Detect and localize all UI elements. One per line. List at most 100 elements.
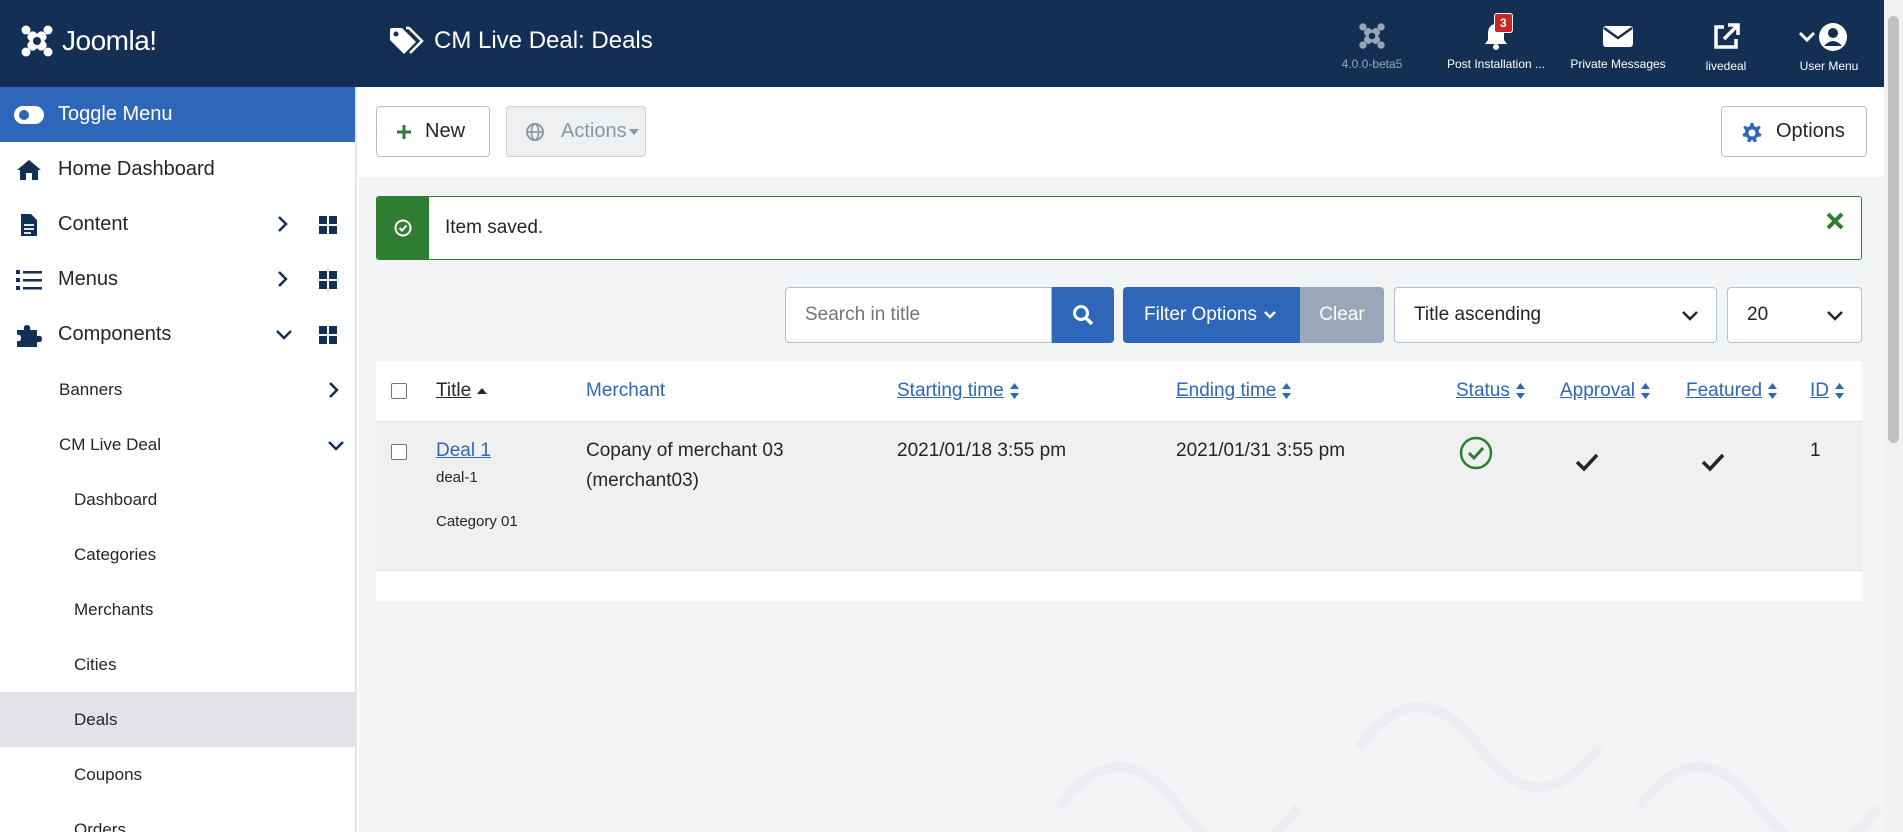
column-header-approval[interactable]: Approval <box>1560 380 1651 402</box>
sidebar-item-categories[interactable]: Categories <box>0 527 355 582</box>
column-header-starting-time[interactable]: Starting time <box>897 380 1020 402</box>
chevron-down-icon <box>1264 311 1276 319</box>
actions-button[interactable]: Actions <box>506 106 646 157</box>
chevron-down-icon[interactable] <box>275 327 293 343</box>
alert-icon-strip <box>377 197 429 259</box>
clear-button[interactable]: Clear <box>1300 287 1384 343</box>
table-row: Deal 1 deal-1 Category 01 Copany of merc… <box>376 422 1862 571</box>
sidebar-item-label: Deals <box>74 709 118 729</box>
caret-down-icon <box>628 128 639 135</box>
sidebar-item-label: Banners <box>59 379 123 399</box>
toolbar: New Actions Options <box>359 87 1884 177</box>
deal-category: Category 01 <box>436 513 518 530</box>
filter-options-label: Filter Options <box>1144 304 1257 325</box>
list-icon <box>14 269 44 291</box>
version-item: 4.0.0-beta5 <box>1310 0 1434 87</box>
sort-select-value: Title ascending <box>1414 304 1542 325</box>
sidebar-item-cities[interactable]: Cities <box>0 637 355 692</box>
sidebar-item-dashboard[interactable]: Dashboard <box>0 472 355 527</box>
search-input[interactable] <box>785 287 1052 343</box>
close-icon[interactable] <box>1825 211 1845 231</box>
sidebar-item-label: Coupons <box>74 764 143 784</box>
user-menu-button[interactable]: User Menu <box>1774 0 1884 87</box>
new-button[interactable]: New <box>376 106 490 157</box>
sidebar-item-menus[interactable]: Menus <box>0 252 355 307</box>
deal-alias: deal-1 <box>436 469 478 486</box>
chevron-right-icon[interactable] <box>276 270 290 288</box>
toggle-menu-label: Toggle Menu <box>58 103 173 125</box>
joomla-logo-icon <box>21 25 53 57</box>
sidebar-item-label: Orders <box>74 819 126 832</box>
joomla-logo[interactable]: Joomla! <box>20 24 157 58</box>
sidebar-item-coupons[interactable]: Coupons <box>0 747 355 802</box>
table-footer <box>376 571 1862 601</box>
scrollbar-thumb[interactable] <box>1888 16 1899 443</box>
sidebar-item-components[interactable]: Components <box>0 307 355 362</box>
options-button[interactable]: Options <box>1721 106 1867 157</box>
sidebar-item-label: CM Live Deal <box>59 434 162 454</box>
background-pattern <box>1055 702 1883 832</box>
file-icon <box>14 213 44 237</box>
select-all-checkbox[interactable] <box>391 383 407 399</box>
row-checkbox[interactable] <box>391 444 407 460</box>
private-messages-button[interactable]: Private Messages <box>1558 0 1678 87</box>
main-content: New Actions Options Item saved. Filter O… <box>359 87 1884 832</box>
column-header-title[interactable]: Title <box>436 380 488 402</box>
home-icon <box>14 158 44 182</box>
sidebar-item-orders[interactable]: Orders <box>0 802 355 832</box>
approved-check-icon[interactable] <box>1575 452 1599 472</box>
logo-text: Joomla! <box>62 25 157 56</box>
sort-icon <box>1515 383 1525 399</box>
sidebar-item-home-dashboard[interactable]: Home Dashboard <box>0 142 355 197</box>
chevron-right-icon[interactable] <box>276 215 290 233</box>
merchant-username: (merchant03) <box>586 470 699 491</box>
column-header-label: Starting time <box>897 380 1004 401</box>
chevron-down-icon <box>328 441 344 451</box>
toggle-menu-button[interactable]: Toggle Menu <box>0 87 355 142</box>
search-icon <box>1073 305 1094 326</box>
dashboard-grid-icon[interactable] <box>319 326 337 344</box>
sidebar-item-label: Categories <box>74 544 157 564</box>
options-button-label: Options <box>1776 120 1845 142</box>
page-heading: CM Live Deal: Deals <box>388 26 653 56</box>
dashboard-grid-icon[interactable] <box>319 271 337 289</box>
sort-icon <box>1282 383 1292 399</box>
list-limit-select[interactable]: 20 <box>1727 287 1862 343</box>
dashboard-grid-icon[interactable] <box>319 216 337 234</box>
column-header-status[interactable]: Status <box>1456 380 1526 402</box>
sidebar-item-label: Merchants <box>74 599 154 619</box>
column-header-id[interactable]: ID <box>1810 380 1845 402</box>
filter-options-button[interactable]: Filter Options <box>1123 287 1300 343</box>
column-header-featured[interactable]: Featured <box>1686 380 1778 402</box>
notification-badge: 3 <box>1494 13 1513 33</box>
site-link-button[interactable]: livedeal <box>1678 0 1774 87</box>
featured-check-icon[interactable] <box>1701 452 1725 472</box>
column-header-label: Status <box>1456 380 1510 401</box>
sort-icon <box>1768 383 1778 399</box>
deal-title-link[interactable]: Deal 1 <box>436 440 491 462</box>
column-header-merchant: Merchant <box>586 380 665 402</box>
sidebar-item-deals[interactable]: Deals <box>0 692 355 747</box>
column-header-label: Ending time <box>1176 380 1277 401</box>
plus-icon <box>397 124 411 139</box>
published-check-circle-icon[interactable] <box>1459 436 1493 470</box>
sort-asc-icon <box>477 388 488 394</box>
page-scrollbar[interactable] <box>1884 0 1903 832</box>
column-header-label: Featured <box>1686 380 1763 401</box>
sidebar-item-banners[interactable]: Banners <box>0 362 355 417</box>
sidebar-item-cm-live-deal[interactable]: CM Live Deal <box>0 417 355 472</box>
column-header-ending-time[interactable]: Ending time <box>1176 380 1292 402</box>
globe-icon <box>526 122 544 141</box>
sidebar: Toggle Menu Home Dashboard Content Menus… <box>0 87 357 832</box>
search-button[interactable] <box>1052 287 1114 343</box>
user-menu-label: User Menu <box>1799 59 1859 73</box>
merchant-name: Copany of merchant 03 <box>586 440 784 461</box>
sidebar-item-merchants[interactable]: Merchants <box>0 582 355 637</box>
deals-table: Title Merchant Starting time Ending time… <box>376 361 1862 601</box>
sidebar-item-content[interactable]: Content <box>0 197 355 252</box>
sidebar-item-label: Menus <box>58 268 119 290</box>
gear-icon <box>1742 122 1762 142</box>
sort-select[interactable]: Title ascending <box>1394 287 1717 343</box>
clear-button-label: Clear <box>1319 304 1365 325</box>
post-installation-button[interactable]: 3 Post Installation ... <box>1434 0 1558 87</box>
